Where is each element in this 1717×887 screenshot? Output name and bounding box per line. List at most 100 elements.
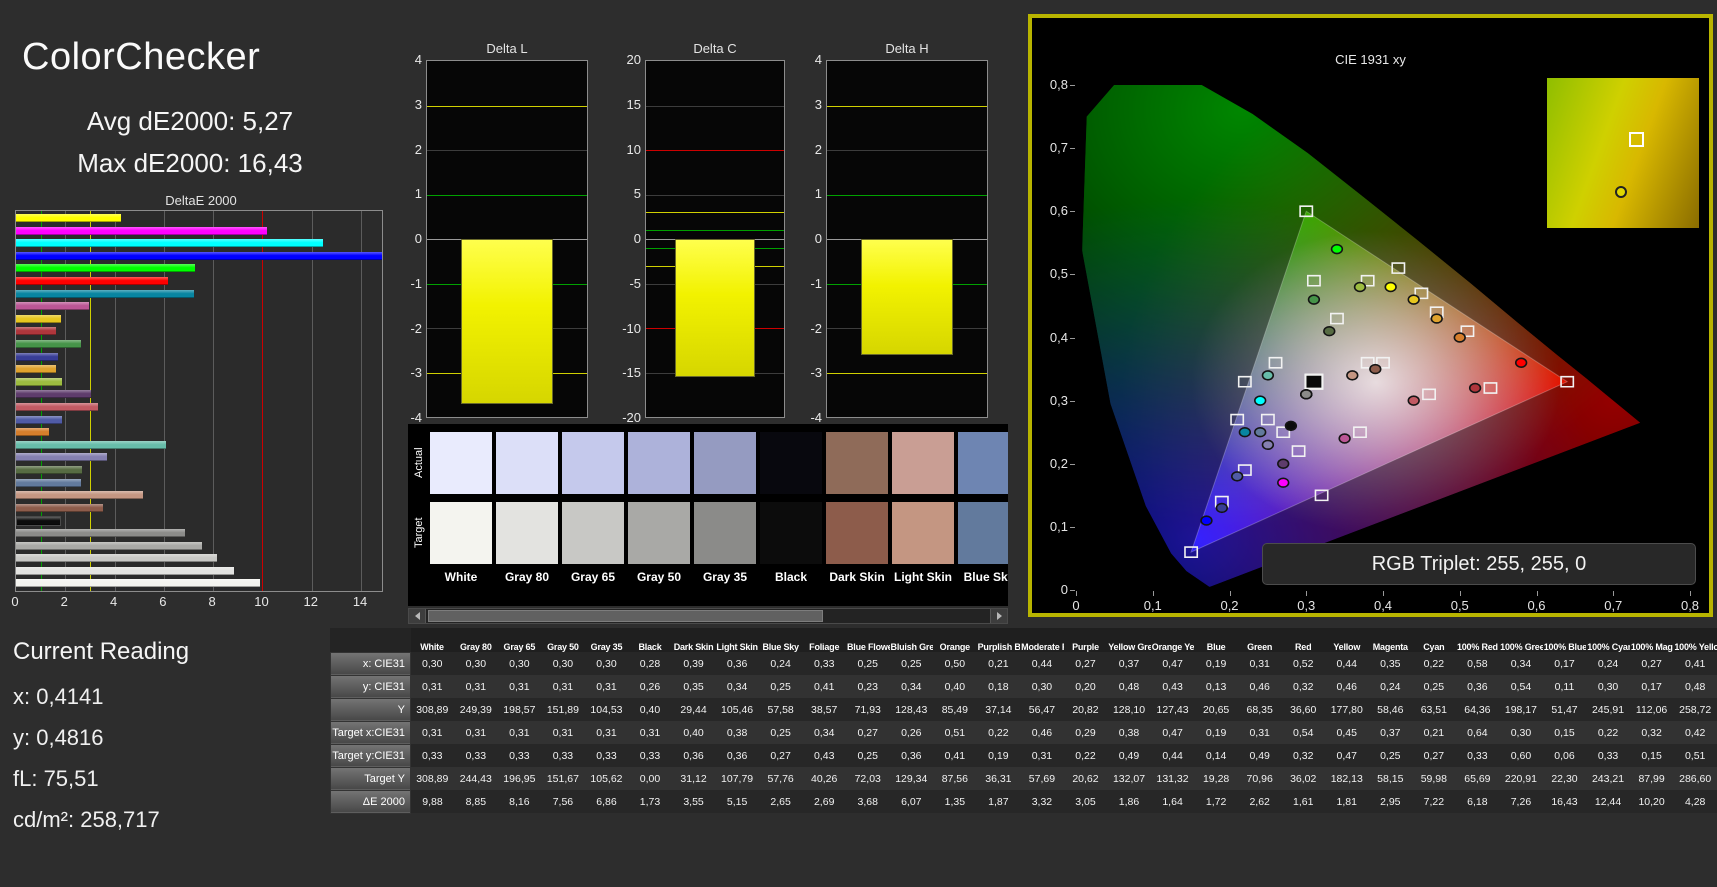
de2000-summary: Avg dE2000: 5,27 Max dE2000: 16,43 [0, 100, 380, 184]
table-cell: 0,34 [715, 675, 759, 698]
column-header: Gray 35 [584, 628, 629, 652]
cie-measured-marker [1385, 283, 1396, 292]
delta-c-plot [645, 60, 785, 418]
deltae-bar [16, 302, 89, 311]
table-cell: 0,48 [1107, 675, 1151, 698]
deltae-bar [16, 214, 122, 222]
column-header: Gray 65 [497, 628, 542, 652]
deltae-bar [16, 377, 62, 386]
table-cell: 0,40 [628, 698, 672, 721]
swatch-scrollbar[interactable] [408, 608, 1008, 624]
column-header: Purplish Blue [976, 628, 1021, 652]
scrollbar-thumb[interactable] [428, 610, 823, 622]
table-cell: 12,44 [1586, 790, 1630, 813]
measurement-table: White Gray 80 Gray 65 Gray 50 Gray 35 Black Da… [330, 628, 1717, 814]
delta-l-y-axis: 4 3 2 1 0 -1 -2 -3 -4 [410, 52, 422, 425]
table-cell: 258,72 [1673, 698, 1717, 721]
inset-measured-circle [1615, 186, 1628, 198]
table-cell: 0,34 [889, 675, 934, 698]
deltae-bar [16, 352, 59, 361]
table-cell: 0,22 [1063, 744, 1108, 767]
table-cell: 0,31 [497, 721, 542, 744]
table-cell: 6,07 [889, 790, 934, 813]
delta-l-title: Delta L [486, 41, 528, 56]
row-label: Target Y [330, 766, 411, 791]
delta-h-chart: Delta H 4 3 2 1 0 -1 -2 -3 -4 [798, 40, 988, 440]
swatch-actual-patch [760, 432, 822, 494]
column-header: Yellow Green [1107, 628, 1151, 652]
table-cell: 0,43 [802, 744, 846, 767]
table-cell: 40,26 [802, 767, 846, 790]
table-row: x: CIE31 0,30 0,30 0,30 0,30 0,30 0,28 0,39 0,36… [330, 651, 1717, 676]
table-cell: 3,05 [1063, 790, 1108, 813]
scrollbar-track[interactable] [426, 609, 990, 623]
delta-c-chart: Delta C 20 15 10 5 0 -5 -10 -15 -20 [617, 40, 785, 440]
table-cell: 0,30 [410, 652, 455, 675]
table-cell: 6,86 [584, 790, 629, 813]
swatch-target-patch [430, 502, 492, 564]
table-cell: 127,43 [1150, 698, 1195, 721]
table-corner [330, 628, 411, 652]
table-cell: 0,48 [1673, 675, 1717, 698]
delta_h-bar [860, 239, 954, 355]
table-cell: 0,26 [628, 675, 672, 698]
swatch-actual-patch [892, 432, 954, 494]
table-cell: 128,43 [889, 698, 934, 721]
cie-x-tick-label: 0,1 [1143, 598, 1162, 613]
page-title: ColorChecker [22, 36, 261, 78]
deltae-x-tick: 0 [11, 594, 19, 609]
table-cell: 0,27 [758, 744, 803, 767]
table-cell: 63,51 [1412, 698, 1456, 721]
table-cell: 0,32 [1281, 675, 1325, 698]
table-cell: 0,27 [1629, 652, 1674, 675]
table-cell: 64,36 [1455, 698, 1500, 721]
deltae-x-tick: 14 [352, 594, 368, 609]
swatch-labels-row: White Gray 80 Gray 65 Gray 50 Gray 35 Black Da… [430, 570, 1008, 584]
column-header: Orange Yellow [1150, 628, 1195, 652]
table-cell: 0,46 [1020, 721, 1064, 744]
cie-measured-marker [1324, 327, 1335, 336]
deltae-bar [16, 529, 186, 537]
swatch-target-patch [694, 502, 756, 564]
swatch-target-patch [628, 502, 690, 564]
table-cell: 0,33 [541, 744, 585, 767]
table-cell: 0,31 [1237, 652, 1282, 675]
table-cell: 0,31 [1020, 744, 1064, 767]
swatch-target-patch [562, 502, 624, 564]
deltae-x-tick: 2 [60, 594, 68, 609]
table-cell: 0,17 [1629, 675, 1674, 698]
swatch-target-patch [826, 502, 888, 564]
table-cell: 0,33 [1455, 744, 1500, 767]
row-label: Target x:CIE31 [330, 720, 411, 745]
table-cell: 0,58 [1455, 652, 1500, 675]
table-row: y: CIE31 0,31 0,31 0,31 0,31 0,31 0,26 0,35 0,34… [330, 674, 1717, 699]
table-cell: 0,37 [1107, 652, 1151, 675]
swatch-patch-label: Black [774, 570, 808, 584]
table-cell: 8,85 [454, 790, 498, 813]
avg-de2000: Avg dE2000: 5,27 [86, 106, 294, 136]
table-cell: 9,88 [410, 790, 455, 813]
cie-y-tick-label: 0,4 [1049, 329, 1068, 345]
scroll-right-button[interactable] [990, 609, 1007, 623]
deltae-bar [16, 491, 143, 500]
scroll-left-button[interactable] [409, 609, 426, 623]
current-reading-panel: Current Reading x: 0,4141 y: 0,4816 fL: … [13, 638, 189, 840]
table-cell: 0,33 [584, 744, 629, 767]
table-cell: 0,47 [1150, 652, 1195, 675]
swatch-actual-patch [628, 432, 690, 494]
cie-y-tick-label: 0,8 [1049, 77, 1068, 92]
table-cell: 0,64 [1455, 721, 1500, 744]
delta-h-y-axis: 4 3 2 1 0 -1 -2 -3 -4 [810, 52, 822, 425]
cie-measured-marker [1332, 245, 1343, 254]
deltae-bar [16, 440, 166, 449]
column-header: Bluish Green [889, 628, 934, 652]
table-cell: 1,64 [1150, 790, 1195, 813]
deltae-bar [16, 579, 260, 588]
delta-l-plot [426, 60, 588, 418]
table-cell: 196,95 [497, 767, 542, 790]
column-header: 100% Blue [1542, 628, 1587, 652]
cie-measured-marker [1370, 365, 1381, 374]
swatch-actual-patch [694, 432, 756, 494]
swatch-target-patch [892, 502, 954, 564]
current-reading-cdm2: cd/m²: 258,717 [13, 807, 160, 832]
